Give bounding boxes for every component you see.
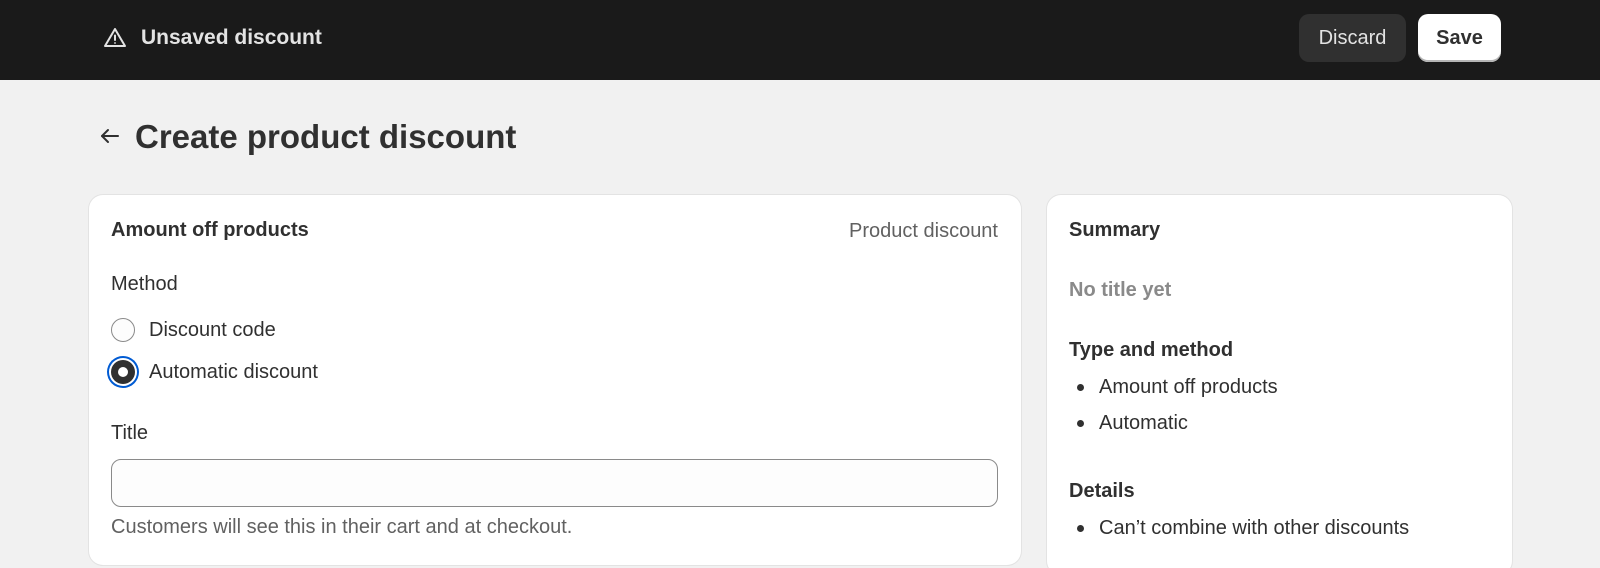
list-item: Automatic bbox=[1069, 405, 1278, 441]
title-label: Title bbox=[111, 422, 149, 444]
radio-discount-code[interactable]: Discount code bbox=[111, 318, 276, 342]
summary-heading: Summary bbox=[1069, 219, 1161, 241]
unsaved-status-text: Unsaved discount bbox=[141, 26, 322, 49]
details-heading: Details bbox=[1069, 480, 1135, 502]
summary-no-title: No title yet bbox=[1069, 279, 1172, 301]
radio-automatic-discount[interactable]: Automatic discount bbox=[111, 360, 318, 384]
radio-button[interactable] bbox=[111, 318, 135, 342]
title-input[interactable] bbox=[111, 459, 998, 507]
arrow-left-icon bbox=[99, 125, 121, 152]
list-item: Can’t combine with other discounts bbox=[1069, 510, 1409, 546]
details-list: Can’t combine with other discounts bbox=[1069, 510, 1409, 546]
page-title: Create product discount bbox=[135, 118, 517, 155]
radio-label: Automatic discount bbox=[149, 360, 318, 383]
discard-button[interactable]: Discard bbox=[1299, 14, 1406, 62]
card-heading: Amount off products bbox=[111, 219, 309, 241]
discount-type-label: Product discount bbox=[849, 220, 998, 242]
summary-card: Summary No title yet Type and method Amo… bbox=[1047, 195, 1512, 568]
method-label: Method bbox=[111, 273, 178, 295]
list-item: Amount off products bbox=[1069, 369, 1278, 405]
radio-button-selected[interactable] bbox=[111, 360, 135, 384]
warning-triangle-icon bbox=[103, 26, 127, 50]
save-button[interactable]: Save bbox=[1418, 14, 1501, 62]
discount-details-card: Amount off products Product discount Met… bbox=[89, 195, 1021, 565]
contextual-save-bar: Unsaved discount Discard Save bbox=[0, 0, 1600, 80]
type-method-heading: Type and method bbox=[1069, 339, 1234, 361]
type-method-list: Amount off products Automatic bbox=[1069, 369, 1278, 441]
back-button[interactable] bbox=[96, 124, 124, 152]
title-help-text: Customers will see this in their cart an… bbox=[111, 516, 573, 538]
radio-label: Discount code bbox=[149, 318, 276, 341]
